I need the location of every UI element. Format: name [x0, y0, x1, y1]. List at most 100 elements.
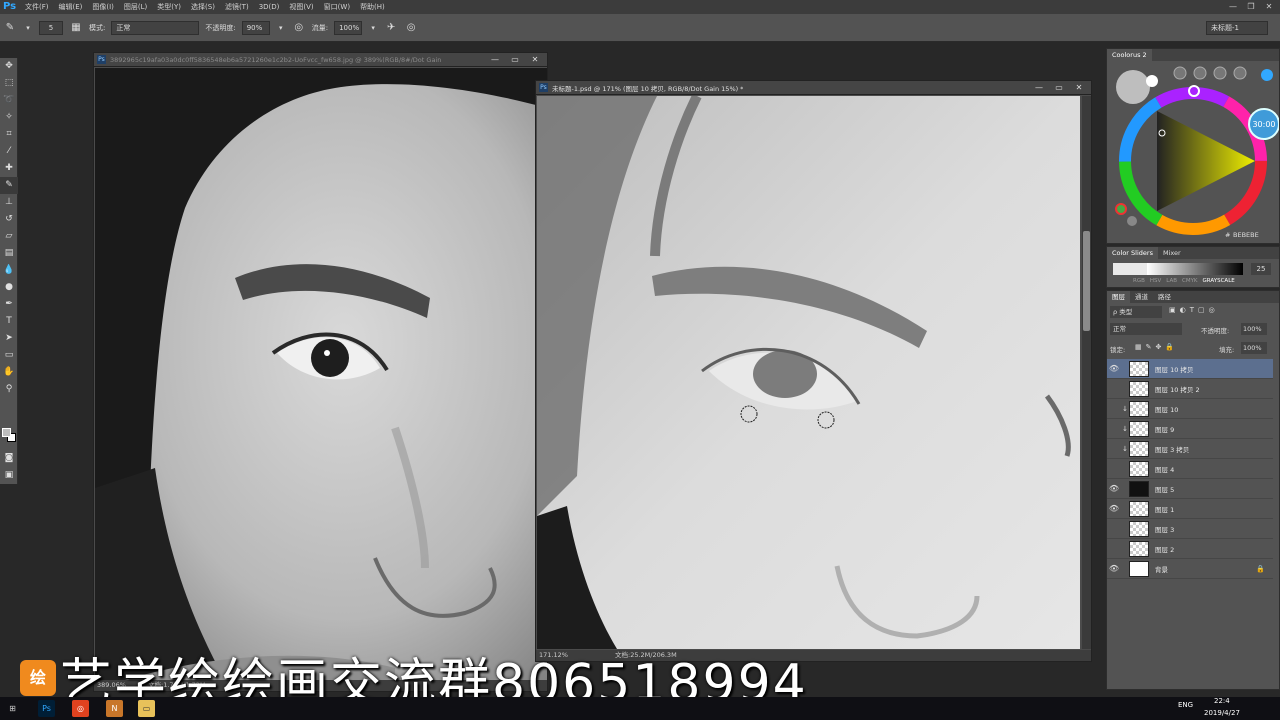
vertical-scrollbar[interactable] [1082, 96, 1091, 649]
doc-close-button[interactable]: ✕ [1069, 81, 1089, 94]
doc-restore-button[interactable]: ▭ [505, 53, 525, 66]
doc-minimize-button[interactable]: — [1029, 81, 1049, 94]
layer-row[interactable]: 👁 背景 🔒 [1107, 559, 1273, 579]
pen-tool-icon[interactable]: ✒ [0, 296, 18, 313]
layer-row[interactable]: 👁 图层 1 [1107, 499, 1273, 519]
clock-time[interactable]: 22:4 [1214, 697, 1230, 705]
menu-edit[interactable]: 编辑(E) [54, 0, 88, 14]
brush-size-picker[interactable]: 5 [39, 20, 63, 35]
quick-select-tool-icon[interactable]: ✧ [0, 109, 18, 126]
lock-icons[interactable]: ▦✎✥🔒 [1135, 343, 1178, 351]
tab-color-sliders[interactable]: Color Sliders [1107, 247, 1158, 259]
layer-row[interactable]: ↓ 图层 10 [1107, 399, 1273, 419]
crop-tool-icon[interactable]: ⌗ [0, 126, 18, 143]
menu-help[interactable]: 帮助(H) [355, 0, 390, 14]
workspace-select[interactable]: 未标题-1 [1206, 21, 1268, 35]
menu-window[interactable]: 窗口(W) [319, 0, 355, 14]
tab-layers[interactable]: 图层 [1107, 291, 1130, 303]
layer-row[interactable]: 图层 10 拷贝 2 [1107, 379, 1273, 399]
menu-3d[interactable]: 3D(D) [254, 0, 285, 14]
opacity-input[interactable]: 90% [241, 20, 270, 35]
path-select-tool-icon[interactable]: ➤ [0, 330, 18, 347]
layer-opacity-input[interactable]: 100% [1241, 323, 1267, 335]
brush-tool-icon[interactable]: ✎ [0, 177, 18, 194]
blend-mode-select[interactable]: 正常 [1110, 323, 1182, 335]
clock-date[interactable]: 2019/4/27 [1204, 709, 1240, 717]
layer-kind-filter[interactable]: ρ 类型 [1110, 306, 1162, 318]
mode-cmyk[interactable]: CMYK [1182, 278, 1198, 284]
menu-image[interactable]: 图像(I) [87, 0, 119, 14]
menu-file[interactable]: 文件(F) [20, 0, 54, 14]
layer-row[interactable]: 图层 2 [1107, 539, 1273, 559]
mode-rgb[interactable]: RGB [1133, 278, 1145, 284]
marquee-tool-icon[interactable]: ⬚ [0, 75, 18, 92]
zoom-tool-icon[interactable]: ⚲ [0, 381, 18, 398]
history-brush-tool-icon[interactable]: ↺ [0, 211, 18, 228]
brush-preset-icon[interactable]: ✎ [3, 21, 17, 35]
shape-tool-icon[interactable]: ▭ [0, 347, 18, 364]
fill-input[interactable]: 100% [1241, 342, 1267, 354]
type-tool-icon[interactable]: T [0, 313, 18, 330]
gray-value-input[interactable]: 25 [1251, 263, 1271, 275]
mode-grayscale[interactable]: GRAYSCALE [1203, 278, 1235, 284]
menu-view[interactable]: 视图(V) [284, 0, 318, 14]
mode-lab[interactable]: LAB [1166, 278, 1177, 284]
eyedropper-tool-icon[interactable]: ⁄ [0, 143, 18, 160]
menu-select[interactable]: 选择(S) [186, 0, 220, 14]
move-tool-icon[interactable]: ✥ [0, 58, 18, 75]
color-wheel[interactable]: 30:00 BEBEBE # [1107, 61, 1279, 243]
brush-panel-icon[interactable]: ▦ [69, 21, 83, 35]
zoom-readout[interactable]: 171.12% [539, 651, 568, 659]
menu-filter[interactable]: 滤镜(T) [220, 0, 254, 14]
quick-mask-icon[interactable]: ◙ [0, 450, 18, 467]
screen-mode-icon[interactable]: ▣ [0, 467, 18, 484]
layer-row[interactable]: 👁 图层 10 拷贝 [1107, 359, 1273, 379]
language-indicator[interactable]: ENG [1178, 701, 1193, 709]
scrollbar-thumb[interactable] [1083, 231, 1090, 331]
gradient-tool-icon[interactable]: ▤ [0, 245, 18, 262]
tab-mixer[interactable]: Mixer [1158, 247, 1186, 259]
chevron-down-icon[interactable]: ▾ [23, 21, 33, 35]
minimize-button[interactable]: — [1226, 0, 1240, 14]
document-tab[interactable]: Ps 3892965c19afa03a0dc0ff5836548eb6a5721… [94, 53, 547, 67]
layer-row[interactable]: 图层 3 [1107, 519, 1273, 539]
tab-paths[interactable]: 路径 [1153, 291, 1176, 303]
document-tab[interactable]: Ps 未标题-1.psd @ 171% (图层 10 拷贝, RGB/8/Dot… [536, 81, 1091, 95]
layer-row[interactable]: ↓ 图层 9 [1107, 419, 1273, 439]
photoshop-taskbar-icon[interactable]: Ps [38, 700, 55, 717]
lasso-tool-icon[interactable]: ➰ [0, 92, 18, 109]
doc-minimize-button[interactable]: — [485, 53, 505, 66]
healing-tool-icon[interactable]: ✚ [0, 160, 18, 177]
layer-row[interactable]: 👁 图层 5 [1107, 479, 1273, 499]
stamp-tool-icon[interactable]: ⊥ [0, 194, 18, 211]
windows-start-icon[interactable]: ⊞ [4, 700, 21, 717]
tab-channels[interactable]: 通道 [1130, 291, 1153, 303]
airbrush-icon[interactable]: ✈ [384, 21, 398, 35]
folder-taskbar-icon[interactable]: ▭ [138, 700, 155, 717]
layer-row[interactable]: 图层 4 [1107, 459, 1273, 479]
pressure-size-icon[interactable]: ◎ [404, 21, 418, 35]
menu-type[interactable]: 类型(Y) [152, 0, 186, 14]
app-taskbar-icon[interactable]: N [106, 700, 123, 717]
layer-row[interactable]: ↓ 图层 3 拷贝 [1107, 439, 1273, 459]
restore-button[interactable]: ❐ [1244, 0, 1258, 14]
filter-icons[interactable]: ▣◐T▢◎ [1169, 306, 1219, 314]
chevron-down-icon[interactable]: ▾ [276, 21, 286, 35]
mode-select[interactable]: 正常 [111, 20, 200, 35]
eye-icon[interactable]: 👁 [1107, 564, 1121, 573]
close-button[interactable]: ✕ [1262, 0, 1276, 14]
doc-close-button[interactable]: ✕ [525, 53, 545, 66]
mode-hsv[interactable]: HSV [1150, 278, 1161, 284]
eye-icon[interactable]: 👁 [1107, 364, 1121, 373]
eraser-tool-icon[interactable]: ▱ [0, 228, 18, 245]
eye-icon[interactable]: 👁 [1107, 484, 1121, 493]
zoom-readout[interactable]: 389.06% [97, 681, 126, 689]
gray-slider[interactable] [1147, 263, 1243, 275]
foreground-color-swatch[interactable] [2, 428, 11, 437]
tab-coolorus[interactable]: Coolorus 2 [1107, 49, 1152, 61]
app-taskbar-icon[interactable]: ◎ [72, 700, 89, 717]
menu-layer[interactable]: 图层(L) [119, 0, 152, 14]
flow-input[interactable]: 100% [334, 20, 363, 35]
doc-restore-button[interactable]: ▭ [1049, 81, 1069, 94]
chevron-down-icon[interactable]: ▾ [368, 21, 378, 35]
